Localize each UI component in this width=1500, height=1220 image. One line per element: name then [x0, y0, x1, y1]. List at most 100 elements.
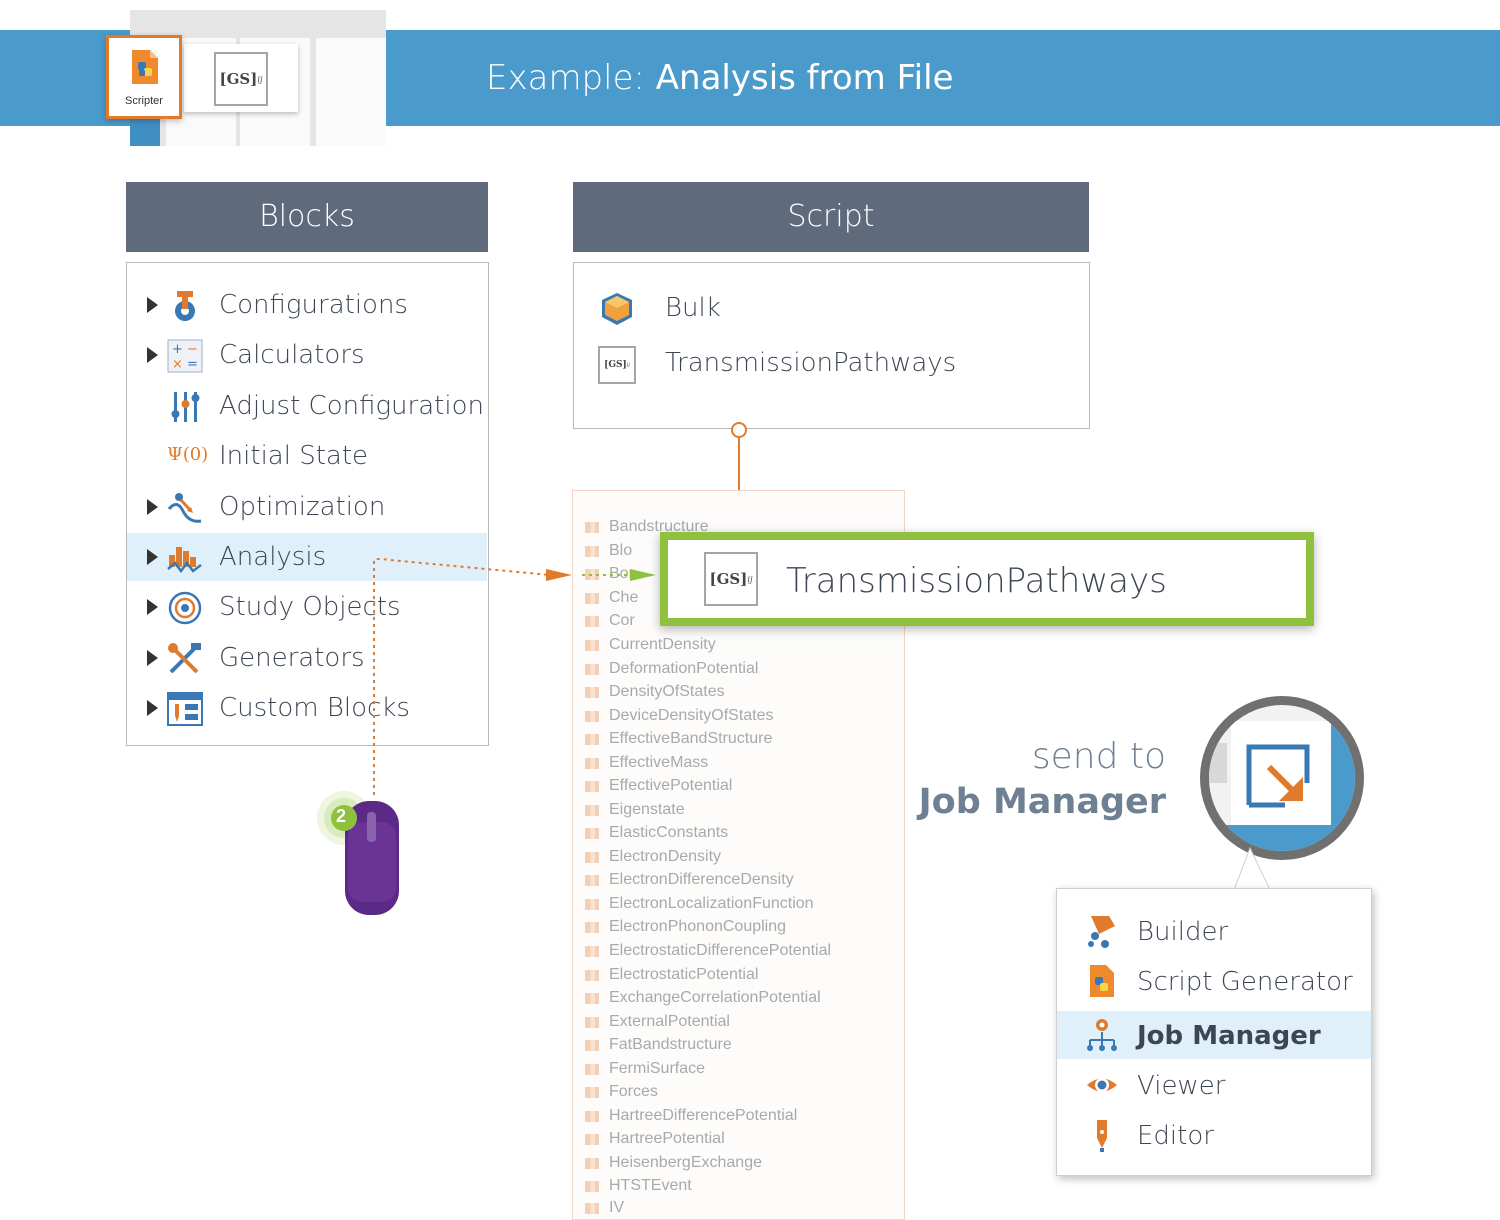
scripter-label: Scripter — [125, 95, 163, 107]
menu-item-script-generator[interactable]: Script Generator — [1057, 957, 1371, 1005]
menu-pointer — [1233, 846, 1271, 891]
job-manager-icon — [1087, 1019, 1117, 1051]
script-item-bulk[interactable]: Bulk — [574, 283, 1089, 333]
optimization-icon — [167, 493, 202, 523]
analysis-list-item[interactable]: ElectronLocalizationFunction — [585, 895, 814, 913]
gs-glyph: [GS] — [709, 570, 748, 588]
blocks-item-label: Initial State — [219, 441, 369, 471]
initial-state-icon: Ψ(0) — [167, 444, 209, 465]
blocks-header: Blocks — [126, 182, 488, 252]
svg-text:=: = — [187, 357, 198, 372]
expand-arrow-icon[interactable] — [147, 650, 158, 666]
script-connector — [731, 422, 747, 492]
mouse-step-number: 2 — [336, 806, 347, 826]
mouse-icon — [317, 791, 399, 915]
send-to-caption: send to — [1031, 736, 1166, 777]
magnifier-lens — [1200, 696, 1364, 860]
script-item-label: TransmissionPathways — [665, 348, 957, 378]
script-item-label: Bulk — [665, 293, 721, 323]
magnified-edge — [1209, 743, 1227, 783]
script-generator-icon — [1090, 965, 1114, 997]
gs-glyph: [GS] — [604, 360, 627, 370]
thumbnail-column — [316, 38, 386, 146]
scripter-button[interactable]: Scripter — [106, 35, 182, 119]
analysis-list-item[interactable]: ElectrostaticDifferencePotential — [584, 942, 831, 960]
gs-sub: ij — [626, 362, 630, 368]
expand-arrow-icon[interactable] — [147, 499, 158, 515]
svg-text:×: × — [172, 357, 183, 372]
editor-icon — [1097, 1120, 1107, 1152]
expand-arrow-icon[interactable] — [147, 549, 158, 565]
blocks-item-label: Analysis — [219, 542, 327, 572]
drag-path-arrow — [373, 558, 656, 795]
menu-item-builder[interactable]: Builder — [1057, 907, 1371, 955]
menu-item-job-manager[interactable]: Job Manager — [1057, 1011, 1371, 1059]
study-objects-icon — [168, 591, 202, 625]
send-to-target: Job Manager — [918, 782, 1166, 822]
menu-item-label: Editor — [1137, 1121, 1214, 1151]
analysis-list-item[interactable]: ElasticConstants — [584, 824, 728, 842]
analysis-list-item[interactable]: ElectrostaticPotential — [584, 966, 758, 984]
blocks-item-calculators[interactable]: + − × = Calculators — [127, 331, 487, 379]
generators-icon — [168, 643, 201, 674]
analysis-list-item[interactable]: ElectronDifferenceDensity — [585, 871, 794, 889]
gs-sub: ij — [747, 574, 753, 584]
analysis-icon — [167, 547, 202, 574]
menu-item-label: Builder — [1137, 917, 1229, 947]
adjust-configuration-icon — [171, 392, 200, 422]
menu-item-label: Job Manager — [1137, 1021, 1321, 1051]
analysis-list-item[interactable]: HeisenbergExchange — [585, 1154, 762, 1172]
expand-arrow-icon[interactable] — [147, 297, 158, 313]
page-title-prefix: Example: — [486, 58, 656, 98]
gs-icon: [GS] ij — [214, 52, 268, 106]
analysis-list-item[interactable]: Forces — [585, 1083, 658, 1101]
blocks-item-label: Configurations — [219, 290, 408, 320]
menu-item-label: Script Generator — [1137, 967, 1353, 997]
dragged-item-label: TransmissionPathways — [786, 561, 1167, 601]
blocks-item-adjust-configuration[interactable]: Adjust Configuration — [127, 382, 487, 430]
dragged-transmissionpathways-block[interactable]: [GS] ij TransmissionPathways — [660, 532, 1314, 626]
analysis-list-item[interactable]: ExchangeCorrelationPotential — [585, 989, 821, 1007]
blocks-item-configurations[interactable]: Configurations — [127, 281, 487, 329]
viewer-icon — [1087, 1078, 1117, 1092]
script-header: Script — [573, 182, 1089, 252]
blocks-item-label: Optimization — [219, 492, 386, 522]
analysis-list-item[interactable]: ElectronPhononCoupling — [584, 918, 786, 936]
script-panel: Bulk [GS] ij TransmissionPathways — [573, 262, 1090, 429]
svg-text:+: + — [172, 342, 183, 357]
analysis-list-item[interactable]: FermiSurface — [584, 1060, 705, 1078]
send-to-job-manager-icon[interactable] — [1245, 743, 1311, 809]
send-to-menu: Builder Script Generator Job Manager Vie… — [1056, 888, 1372, 1176]
builder-icon — [1088, 916, 1115, 948]
analysis-list-item[interactable]: Eigenstate — [585, 801, 685, 819]
blocks-item-label: Calculators — [219, 340, 365, 370]
configurations-icon — [175, 291, 195, 321]
script-item-transmissionpathways[interactable]: [GS] ij TransmissionPathways — [574, 338, 1089, 388]
bulk-icon — [602, 293, 632, 325]
menu-item-label: Viewer — [1137, 1071, 1226, 1101]
menu-item-viewer[interactable]: Viewer — [1057, 1061, 1371, 1109]
analysis-list-item[interactable]: HartreePotential — [585, 1130, 725, 1148]
scripter-icon — [132, 50, 158, 84]
page-title: Example: Analysis from File — [486, 58, 954, 98]
blocks-item-label: Adjust Configuration — [219, 391, 484, 421]
calculators-icon: + − × = — [167, 339, 203, 373]
page-title-main: Analysis from File — [655, 58, 954, 98]
gs-sub: ij — [257, 74, 263, 84]
blocks-item-optimization[interactable]: Optimization — [127, 483, 487, 531]
expand-arrow-icon[interactable] — [147, 700, 158, 716]
expand-arrow-icon[interactable] — [147, 599, 158, 615]
expand-arrow-icon[interactable] — [147, 347, 158, 363]
analysis-list-item[interactable]: ExternalPotential — [585, 1013, 730, 1031]
analysis-list-item[interactable]: IV — [584, 1199, 624, 1217]
gs-glyph: [GS] — [219, 70, 258, 88]
menu-item-editor[interactable]: Editor — [1057, 1111, 1371, 1159]
blocks-item-initial-state[interactable]: Ψ(0) Initial State — [127, 432, 487, 480]
analysis-list-item[interactable]: FatBandstructure — [585, 1036, 732, 1054]
gs-icon: [GS] ij — [598, 346, 636, 384]
analysis-list-item[interactable]: HTSTEvent — [585, 1177, 692, 1195]
analysis-list-item[interactable]: ElectronDensity — [584, 848, 721, 866]
custom-blocks-icon — [167, 692, 203, 726]
analysis-list-item[interactable]: HartreeDifferencePotential — [584, 1107, 797, 1125]
gs-icon: [GS] ij — [704, 552, 758, 606]
